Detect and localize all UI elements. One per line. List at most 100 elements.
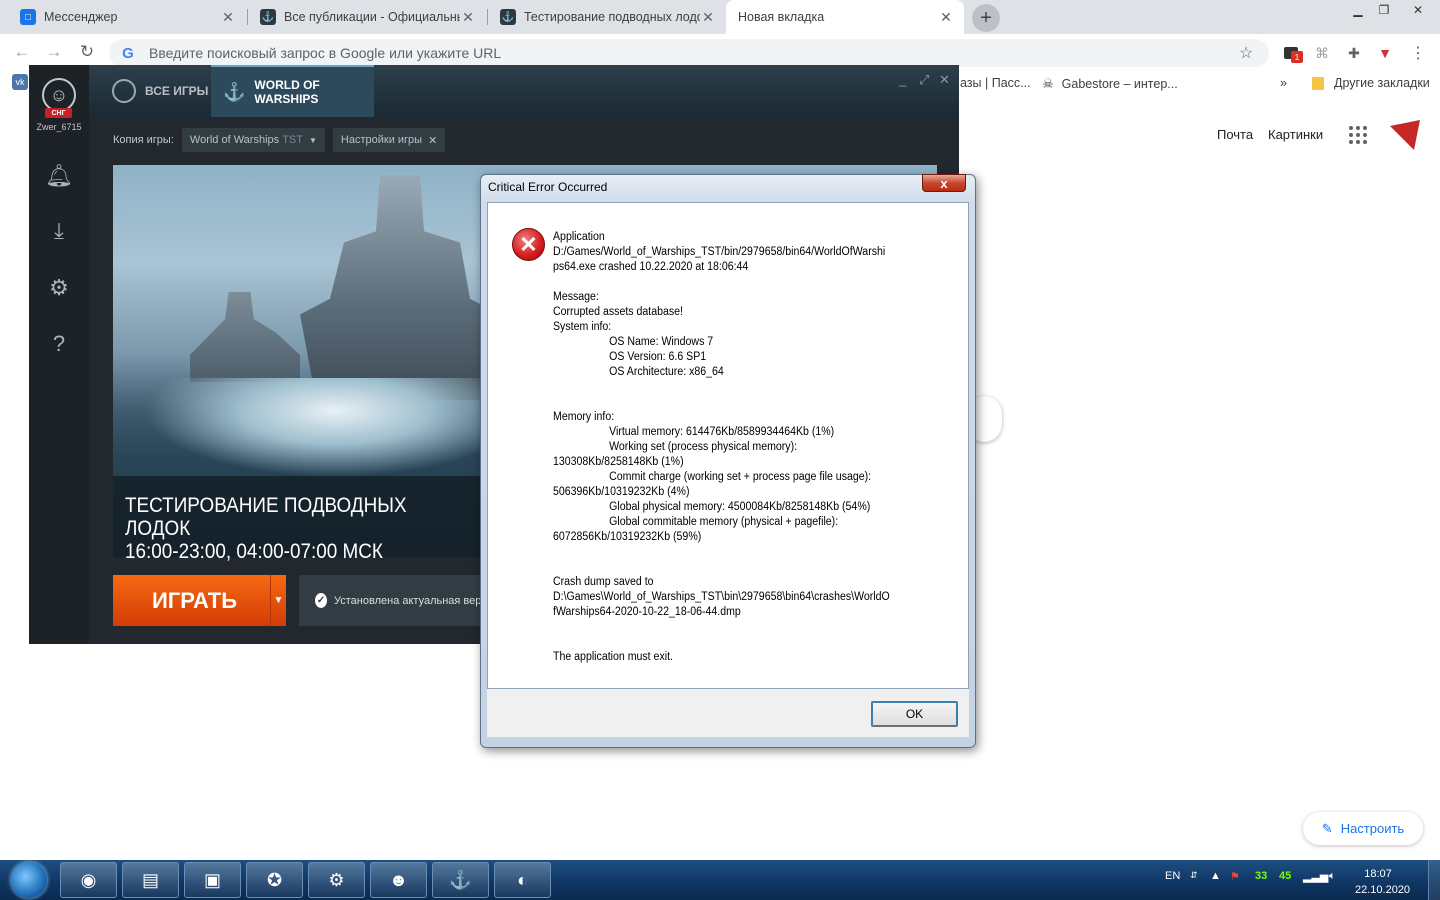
error-line: Message: xyxy=(553,291,599,303)
back-button[interactable]: ← xyxy=(12,42,32,62)
start-button[interactable] xyxy=(2,861,56,899)
bookmarks-overflow-button[interactable]: » xyxy=(1280,76,1287,90)
puzzle-icon: ✚ xyxy=(1348,44,1360,61)
close-window-button[interactable]: ✕ xyxy=(1402,0,1434,20)
close-tab-icon[interactable]: ✕ xyxy=(460,9,476,26)
play-label: ИГРАТЬ xyxy=(151,587,238,613)
tab-submarine-test[interactable]: ⚓ Тестирование подводных лодок ✕ xyxy=(488,0,726,34)
close-tab-icon[interactable]: ✕ xyxy=(700,9,716,26)
volume-icon[interactable]: 🔈︎ xyxy=(1329,870,1336,883)
cpu-temp[interactable]: 33 xyxy=(1255,870,1267,882)
system-clock[interactable]: 18:07 22.10.2020 xyxy=(1355,866,1410,898)
chevron-double-right-icon: » xyxy=(1280,76,1287,90)
taskbar-world-of-warships[interactable]: ⚓ xyxy=(432,862,489,898)
error-line: Commit charge (working set + process pag… xyxy=(609,471,872,483)
bookmark-label: азы | Пасс... xyxy=(960,76,1031,90)
game-copy-dropdown[interactable]: World of Warships TST ▼ xyxy=(181,128,325,152)
reload-button[interactable]: ↻ xyxy=(77,42,97,62)
account-avatar[interactable] xyxy=(1390,120,1420,150)
wows-icon: ⚓ xyxy=(500,9,516,25)
error-line: Working set (process physical memory): xyxy=(609,441,798,453)
extension-button[interactable]: 1 xyxy=(1281,43,1303,63)
launcher-maximize-button[interactable]: ⤢ xyxy=(919,72,929,88)
images-link[interactable]: Картинки xyxy=(1268,127,1323,142)
wows-icon: ⚓ xyxy=(449,869,472,890)
close-icon: ✕ xyxy=(939,72,950,87)
downloads-button[interactable]: ⤓ xyxy=(44,216,74,246)
tab-publications[interactable]: ⚓ Все публикации - Официальный ✕ xyxy=(248,0,486,34)
profile-avatar[interactable]: ☺ xyxy=(42,78,76,112)
dialog-title: Critical Error Occurred xyxy=(488,180,608,194)
gmail-link[interactable]: Почта xyxy=(1217,127,1253,142)
show-desktop-button[interactable] xyxy=(1428,860,1440,900)
notifications-button[interactable]: 🔔︎ xyxy=(44,161,74,191)
tray-arrows-icon[interactable]: ⇵ xyxy=(1190,870,1198,881)
tab-all-games[interactable]: ВСЕ ИГРЫ xyxy=(100,65,220,117)
forward-button[interactable]: → xyxy=(44,42,64,62)
other-bookmarks[interactable]: Другие закладки xyxy=(1312,76,1430,90)
tab-new-tab[interactable]: Новая вкладка ✕ xyxy=(726,0,964,34)
settings-button[interactable]: ⚙ xyxy=(44,273,74,303)
copy-label: Копия игры: xyxy=(113,134,174,146)
launcher-close-button[interactable]: ✕ xyxy=(939,72,950,88)
wrench-icon: ✕ xyxy=(428,134,438,147)
bell-icon: 🔔︎ xyxy=(45,163,73,188)
wows-icon: ⚓ xyxy=(260,9,276,25)
arrow-right-icon: → xyxy=(45,42,63,61)
taskbar-task-manager[interactable]: ▣ xyxy=(184,862,241,898)
bookmark-vk[interactable]: vk xyxy=(12,74,28,90)
banner-title: ТЕСТИРОВАНИЕ ПОДВОДНЫХ ЛОДОК 16:00-23:00… xyxy=(125,494,449,563)
vivaldi-extension-button[interactable]: ▼ xyxy=(1375,43,1395,63)
tab-world-of-warships[interactable]: ⚓ WORLD OF WARSHIPS xyxy=(211,65,374,117)
minimize-window-button[interactable]: ▁ xyxy=(1345,0,1371,20)
restore-window-button[interactable]: ❐ xyxy=(1371,0,1397,20)
game-settings-dropdown[interactable]: Настройки игры ✕ xyxy=(332,128,446,152)
close-tab-icon[interactable]: ✕ xyxy=(220,9,236,26)
taskbar-chrome[interactable]: ◉ xyxy=(60,862,117,898)
extensions-menu-button[interactable]: ✚ xyxy=(1344,43,1364,63)
ok-button[interactable]: OK xyxy=(871,701,958,727)
error-line: OS Name: Windows 7 xyxy=(609,336,714,348)
bookmark-item[interactable]: ☠ Gabestore – интер... xyxy=(1042,76,1178,92)
customize-button[interactable]: ✎ Настроить xyxy=(1303,812,1423,845)
help-button[interactable]: ? xyxy=(44,329,74,359)
messenger-icon: □ xyxy=(20,9,36,25)
region-badge: СНГ xyxy=(45,108,72,118)
taskbar-clock-app[interactable]: ✪ xyxy=(246,862,303,898)
gpu-temp[interactable]: 45 xyxy=(1279,870,1291,882)
steam-icon: ⚙ xyxy=(328,869,345,890)
browser-menu-button[interactable]: ⋮ xyxy=(1408,43,1428,63)
chrome-icon: ◉ xyxy=(80,869,97,890)
error-line: D:\Games\World_of_Warships_TST\bin\29796… xyxy=(553,591,890,603)
new-tab-button[interactable]: + xyxy=(972,4,1000,32)
flag-icon[interactable]: ⚑ xyxy=(1230,870,1240,883)
network-icon[interactable]: ▂▃▅ xyxy=(1303,870,1328,883)
error-line: 506396Kb/10319232Kb (4%) xyxy=(553,486,690,498)
play-button[interactable]: ИГРАТЬ ▼ xyxy=(113,575,286,626)
expand-icon: ⤢ xyxy=(919,72,930,87)
taskbar-wargaming-center[interactable]: ◐ xyxy=(494,862,551,898)
bookmark-star-icon[interactable]: ☆ xyxy=(1239,43,1259,63)
language-indicator[interactable]: EN xyxy=(1165,870,1180,882)
tab-messenger[interactable]: □ Мессенджер ✕ xyxy=(8,0,246,34)
chevron-down-icon[interactable]: ▼ xyxy=(270,575,286,626)
copy-suffix: TST xyxy=(282,134,303,146)
error-line xyxy=(553,545,903,560)
error-line: fWarships64-2020-10-22_18-06-44.dmp xyxy=(553,606,741,618)
launcher-minimize-button[interactable]: _ xyxy=(899,72,906,87)
address-bar[interactable]: G Введите поисковый запрос в Google или … xyxy=(109,39,1269,67)
bookmark-item[interactable]: азы | Пасс... xyxy=(960,76,1031,90)
close-tab-icon[interactable]: ✕ xyxy=(938,9,954,26)
show-hidden-icons[interactable]: ▲ xyxy=(1210,870,1221,882)
extension-badge: 1 xyxy=(1291,51,1303,63)
dialog-close-button[interactable]: x xyxy=(922,174,966,192)
pdf-extension-button[interactable]: ⌘ xyxy=(1312,43,1332,63)
error-line: Memory info: xyxy=(553,411,615,423)
taskbar-explorer[interactable]: ▤ xyxy=(122,862,179,898)
error-line: OS Architecture: x86_64 xyxy=(609,366,724,378)
taskbar-discord[interactable]: ☻ xyxy=(370,862,427,898)
taskbar-steam[interactable]: ⚙ xyxy=(308,862,365,898)
user-icon: ☺ xyxy=(49,84,69,105)
username: Zwer_6715 xyxy=(36,122,82,132)
google-apps-icon[interactable] xyxy=(1349,126,1367,144)
